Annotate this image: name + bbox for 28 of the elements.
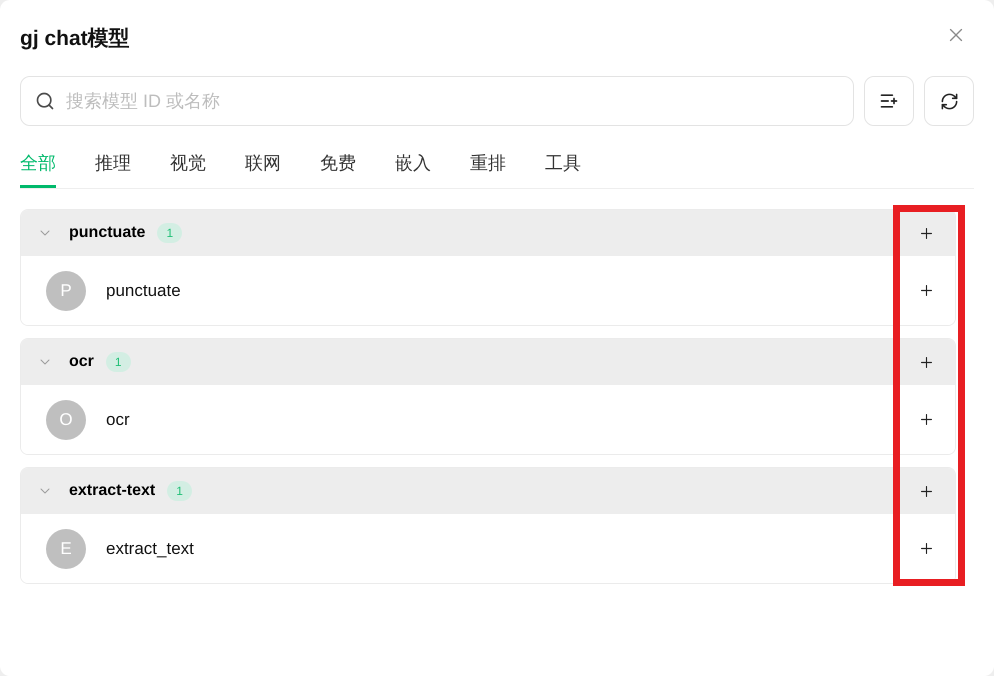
group-name: punctuate bbox=[69, 223, 146, 243]
group-header[interactable]: punctuate 1 bbox=[21, 210, 955, 256]
refresh-button[interactable] bbox=[924, 76, 974, 126]
add-list-button[interactable] bbox=[864, 76, 914, 126]
count-badge: 1 bbox=[157, 223, 182, 243]
filter-tab[interactable]: 推理 bbox=[95, 138, 131, 188]
model-name: ocr bbox=[106, 408, 130, 431]
model-avatar: E bbox=[46, 528, 86, 568]
model-name: punctuate bbox=[106, 280, 181, 302]
filter-tab[interactable]: 联网 bbox=[245, 138, 281, 188]
filter-tab[interactable]: 视觉 bbox=[170, 138, 206, 188]
model-avatar: P bbox=[46, 270, 86, 310]
search-field[interactable]: 搜索模型 ID 或名称 bbox=[20, 76, 854, 126]
count-badge: 1 bbox=[167, 481, 192, 501]
filter-tab[interactable]: 嵌入 bbox=[395, 138, 431, 188]
group-header[interactable]: extract-text 1 bbox=[21, 468, 955, 514]
filter-tab[interactable]: 工具 bbox=[545, 138, 581, 188]
filter-tab[interactable]: 免费 bbox=[320, 138, 356, 188]
model-name: extract_text bbox=[106, 538, 194, 560]
model-avatar: O bbox=[46, 400, 86, 440]
search-icon bbox=[35, 91, 55, 111]
group-header[interactable]: ocr 1 bbox=[21, 339, 955, 385]
dialog-title: gj chat模型 bbox=[20, 28, 130, 48]
refresh-icon bbox=[940, 92, 958, 110]
group-name: ocr bbox=[69, 352, 94, 372]
filter-tab[interactable]: 重排 bbox=[470, 138, 506, 188]
count-badge: 1 bbox=[106, 352, 131, 372]
group-name: extract-text bbox=[69, 481, 156, 501]
